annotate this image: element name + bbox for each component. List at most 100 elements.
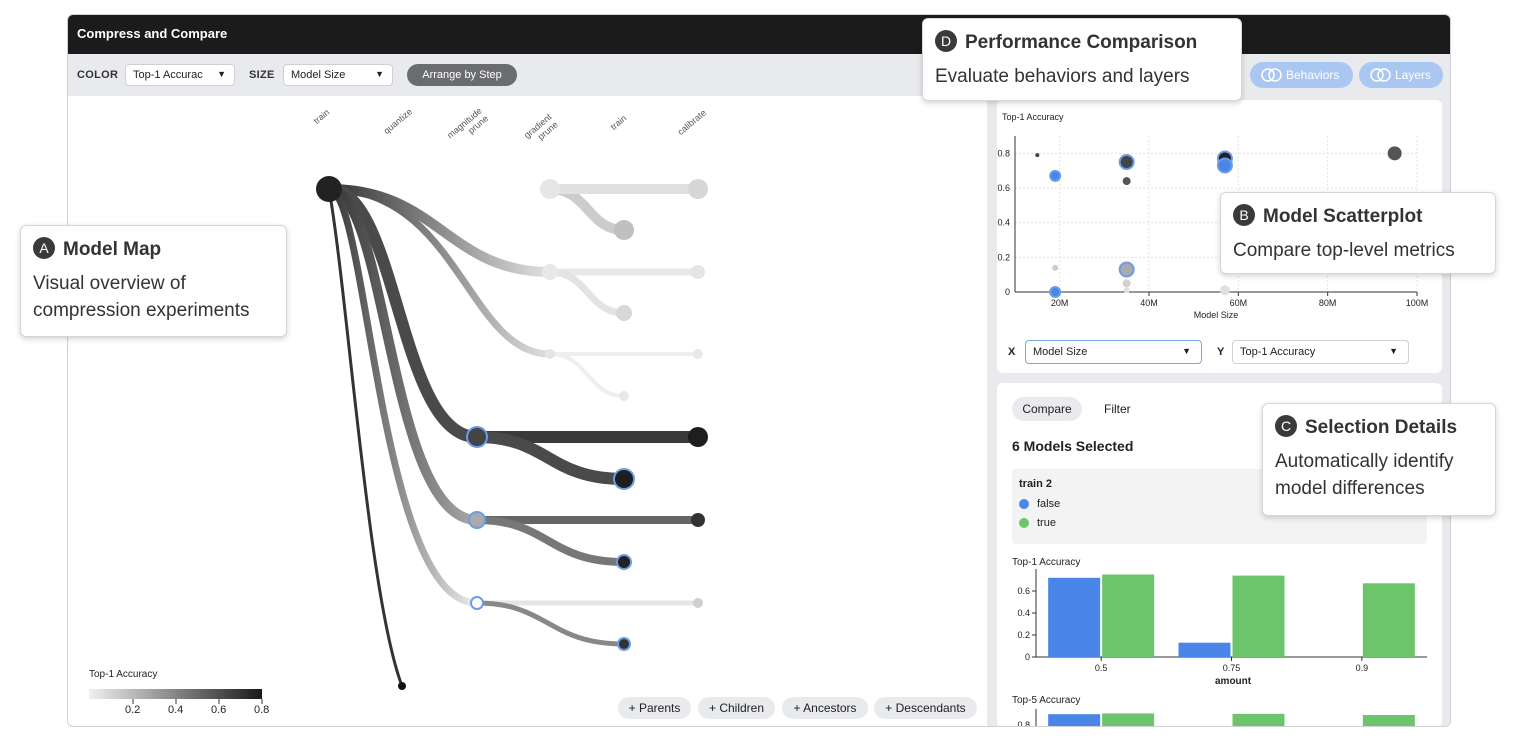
attribute-value-true: true <box>1037 517 1056 529</box>
bar-y-tick: 0.8 <box>1017 720 1030 727</box>
annotation-performance-comparison: D Performance Comparison Evaluate behavio… <box>922 18 1242 101</box>
annotation-model-map: A Model Map Visual overview of compression… <box>20 225 287 337</box>
annotation-line: Evaluate behaviors and layers <box>935 66 1190 87</box>
legend-ticks <box>132 699 263 704</box>
scatter-point <box>1387 146 1402 161</box>
scatter-x-title: Model Size <box>1194 310 1239 320</box>
caret-down-icon: ▼ <box>375 69 384 79</box>
caret-down-icon: ▼ <box>1182 346 1191 356</box>
app-title: Compress and Compare <box>77 26 228 41</box>
model-node[interactable] <box>688 179 708 199</box>
add-descendants-button[interactable]: + Descendants <box>874 697 977 719</box>
model-node[interactable] <box>614 220 634 240</box>
scatter-y-tick: 0.6 <box>997 183 1010 193</box>
model-node[interactable] <box>540 179 560 199</box>
edge <box>549 268 625 317</box>
bar-false <box>1178 642 1231 657</box>
model-node[interactable] <box>616 305 632 321</box>
model-node[interactable] <box>691 513 705 527</box>
add-children-button[interactable]: + Children <box>698 697 775 719</box>
annotation-line: Automatically identify <box>1275 451 1454 472</box>
x-axis-dropdown[interactable]: Model Size ▼ <box>1025 340 1202 364</box>
top1-bar-chart[interactable]: 0 0.2 0.4 0.6 0.5 0.75 0.9 <box>997 565 1442 675</box>
bar-y-tick: 0.4 <box>1017 608 1030 618</box>
annotation-line: model differences <box>1275 478 1425 499</box>
letter-badge: A <box>33 237 55 259</box>
layers-label: Layers <box>1395 68 1432 82</box>
scatter-point <box>1123 287 1130 294</box>
bar-y-tick: 0.2 <box>1017 630 1030 640</box>
edge <box>476 516 625 566</box>
model-node[interactable] <box>542 264 558 280</box>
add-ancestors-button[interactable]: + Ancestors <box>782 697 868 719</box>
legend-tick-label: 0.4 <box>168 704 184 716</box>
annotation-line: Visual overview of <box>33 273 186 294</box>
scatter-point <box>1120 263 1133 276</box>
model-node-root[interactable] <box>316 176 342 202</box>
size-label: SIZE <box>249 69 275 81</box>
title-bar: Compress and Compare <box>68 15 1450 54</box>
model-node-selected[interactable] <box>470 596 484 610</box>
tab-filter[interactable]: Filter <box>1104 397 1131 421</box>
true-color-dot <box>1019 518 1029 528</box>
legend-title: Top-1 Accuracy <box>89 669 158 680</box>
annotation-title: Model Map <box>63 239 162 261</box>
bar-x-tick: 0.9 <box>1356 663 1369 673</box>
scatter-y-tick: 0 <box>1005 287 1010 297</box>
legend-tick-label: 0.2 <box>125 704 141 716</box>
model-node-selected[interactable] <box>613 468 635 490</box>
model-node[interactable] <box>619 391 629 401</box>
model-node[interactable] <box>545 349 555 359</box>
model-map-graph[interactable] <box>68 96 987 727</box>
arrange-by-step-button[interactable]: Arrange by Step <box>407 64 517 86</box>
bar-x-tick: 0.5 <box>1095 663 1108 673</box>
bar-true <box>1362 583 1415 657</box>
size-dropdown[interactable]: Model Size ▼ <box>283 64 393 86</box>
layers-button[interactable]: Layers <box>1359 62 1443 88</box>
tab-compare[interactable]: Compare <box>1012 397 1082 421</box>
model-node[interactable] <box>693 349 703 359</box>
top5-bar-chart[interactable]: 0.8 <box>997 707 1442 727</box>
color-dropdown-value: Top-1 Accurac <box>133 69 203 81</box>
bar-y-tick: 0.6 <box>1017 586 1030 596</box>
scatter-point <box>1120 156 1133 168</box>
scatter-point <box>1035 153 1040 158</box>
annotation-selection-details: C Selection Details Automatically identif… <box>1262 403 1496 516</box>
scatter-point <box>1122 177 1131 186</box>
selection-count-title: 6 Models Selected <box>1012 438 1134 454</box>
model-node-selected[interactable] <box>616 554 632 570</box>
add-parents-button[interactable]: + Parents <box>618 697 691 719</box>
bar-y-tick: 0 <box>1025 652 1030 662</box>
model-node-selected[interactable] <box>466 426 488 448</box>
caret-down-icon: ▼ <box>217 69 226 79</box>
model-node[interactable] <box>688 427 708 447</box>
y-axis-dropdown[interactable]: Top-1 Accuracy ▼ <box>1232 340 1409 364</box>
letter-badge: B <box>1233 204 1255 226</box>
attribute-value-false: false <box>1037 498 1061 510</box>
model-node[interactable] <box>398 682 406 690</box>
chart2-title: Top-5 Accuracy <box>1012 695 1081 706</box>
model-node[interactable] <box>693 598 703 608</box>
edge <box>549 352 625 398</box>
scatter-point <box>1219 285 1230 296</box>
y-axis-dropdown-value: Top-1 Accuracy <box>1240 346 1316 358</box>
model-node-selected[interactable] <box>617 637 631 651</box>
scatter-point <box>1051 171 1060 180</box>
bar-true <box>1232 713 1285 726</box>
toolbar: COLOR Top-1 Accurac ▼ SIZE Model Size ▼ <box>68 54 1450 96</box>
bar-false <box>1048 577 1101 657</box>
color-dropdown[interactable]: Top-1 Accurac ▼ <box>125 64 235 86</box>
bar-false <box>1048 714 1101 726</box>
scatter-y-tick: 0.4 <box>997 218 1010 228</box>
bar-x-tick: 0.75 <box>1223 663 1241 673</box>
model-node[interactable] <box>691 265 705 279</box>
model-node-selected[interactable] <box>468 511 486 529</box>
venn-icon <box>1370 68 1391 82</box>
scatter-point <box>1122 279 1131 288</box>
behaviors-button[interactable]: Behaviors <box>1250 62 1353 88</box>
x-axis-selector-label: X <box>1008 346 1016 358</box>
scatter-x-tick: 20M <box>1051 298 1069 308</box>
attribute-name: train 2 <box>1019 478 1053 490</box>
scatter-y-title: Top-1 Accuracy <box>1002 112 1064 122</box>
x-axis-dropdown-value: Model Size <box>1033 346 1088 358</box>
